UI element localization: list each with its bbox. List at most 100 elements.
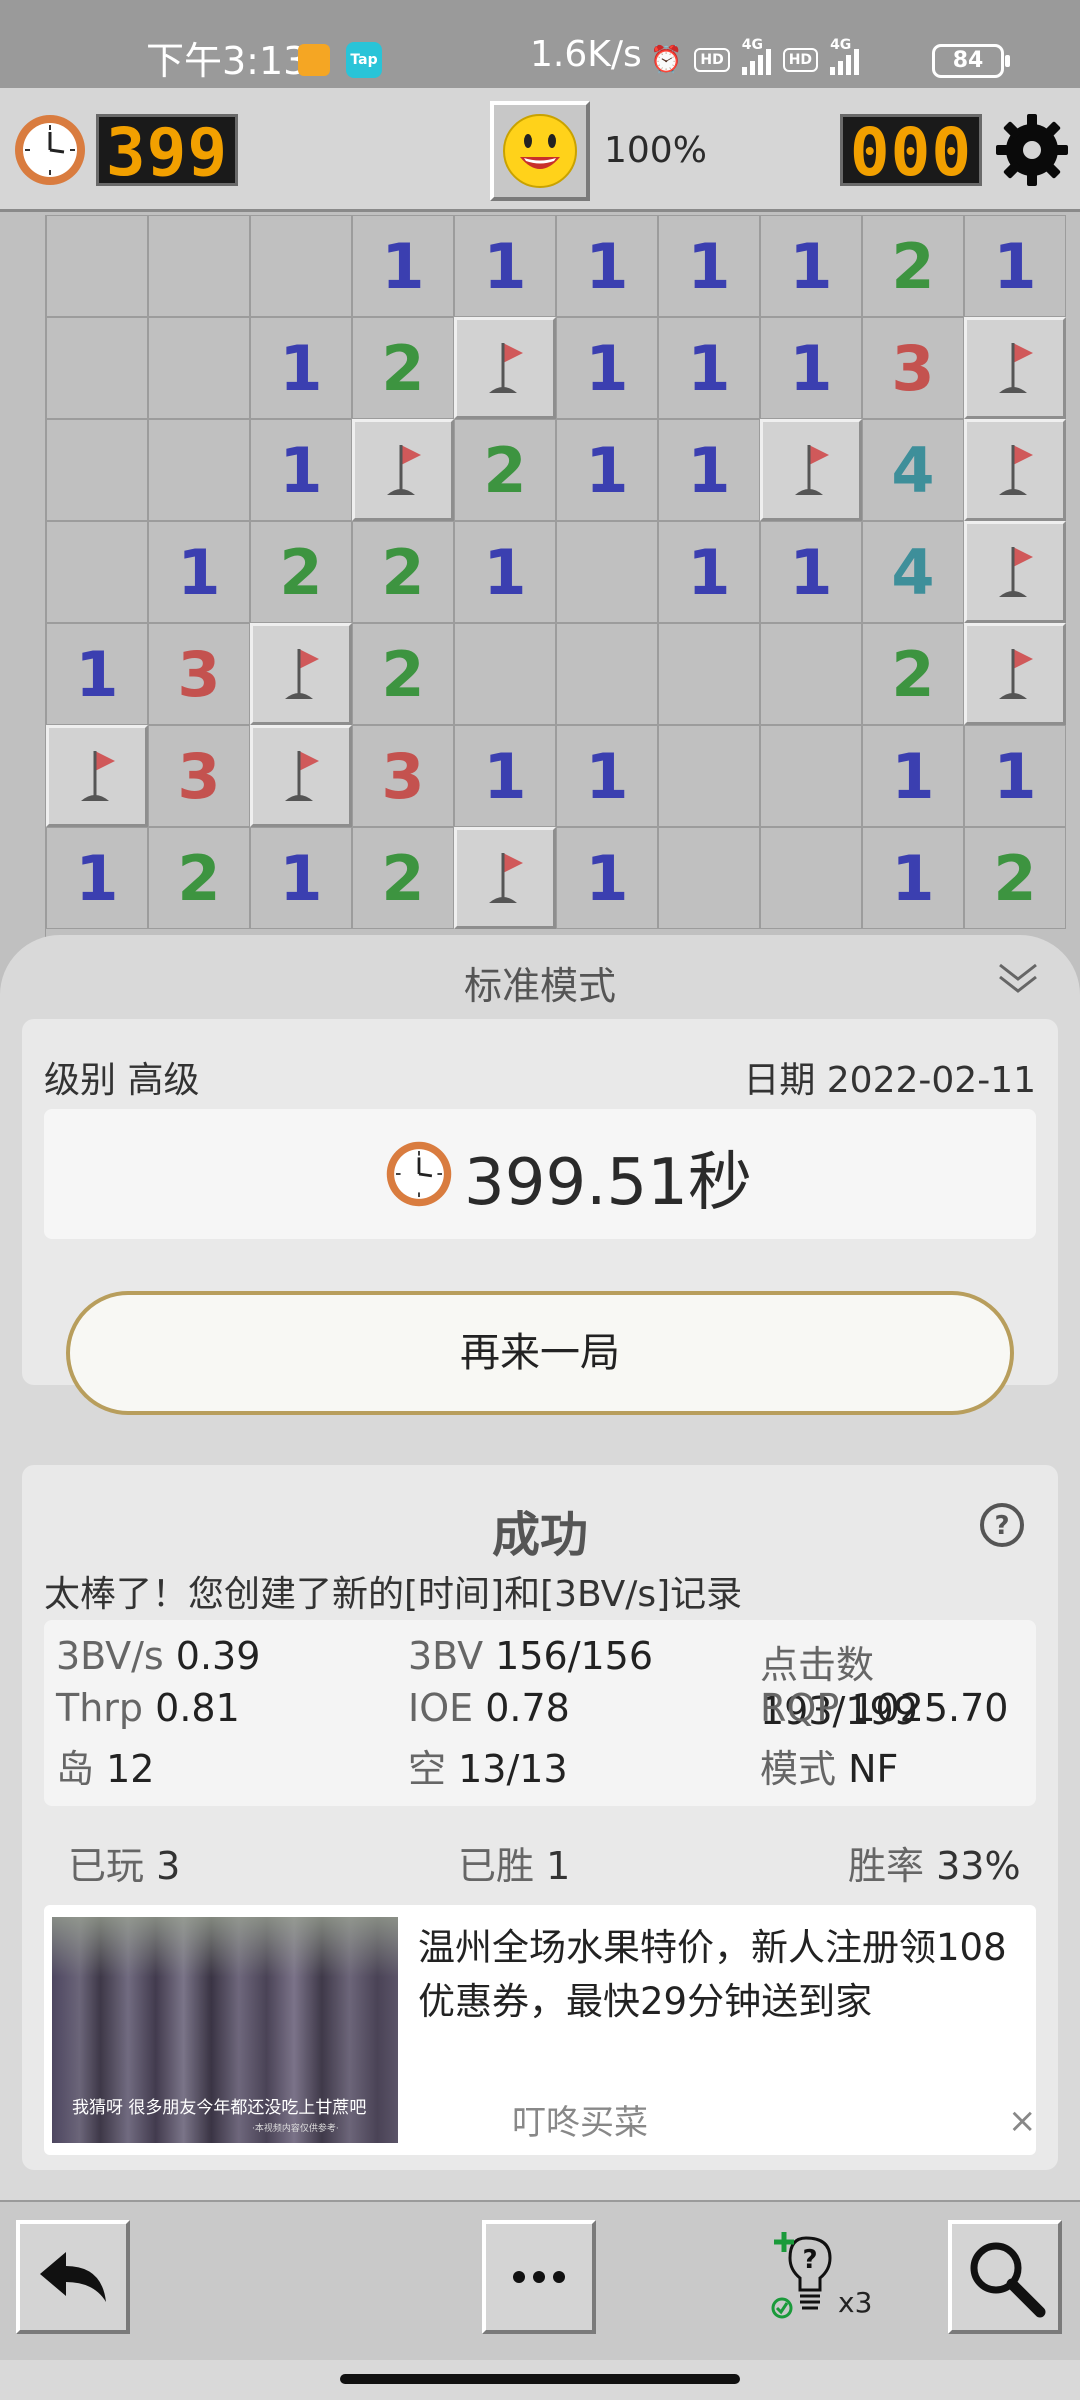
- flagged-cell[interactable]: [46, 725, 148, 827]
- number-cell[interactable]: 2: [352, 317, 454, 419]
- app-root: { "status_bar": { "time": "下午3:13", "app…: [0, 0, 1080, 2400]
- number-cell[interactable]: 1: [760, 215, 862, 317]
- bottom-toolbar: ? x3: [0, 2200, 1080, 2360]
- gear-icon[interactable]: [990, 108, 1074, 192]
- number-cell[interactable]: 1: [556, 827, 658, 929]
- empty-cell[interactable]: [148, 317, 250, 419]
- help-icon[interactable]: ?: [978, 1501, 1026, 1549]
- number-cell[interactable]: 1: [862, 827, 964, 929]
- stat-mode: 模式 NF: [760, 1747, 899, 1791]
- number-cell[interactable]: 1: [454, 215, 556, 317]
- number-cell[interactable]: 3: [148, 725, 250, 827]
- new-game-smiley-button[interactable]: [490, 101, 590, 201]
- ad-image[interactable]: 我猜呀 很多朋友今年都还没吃上甘蔗吧 ·本视频内容仅供参考·: [52, 1917, 398, 2143]
- number-cell[interactable]: 1: [556, 317, 658, 419]
- number-cell[interactable]: 1: [250, 827, 352, 929]
- ad-text[interactable]: 温州全场水果特价，新人注册领108优惠券，最快29分钟送到家: [418, 1921, 1018, 2029]
- flag-icon: [285, 751, 319, 801]
- cell-number: 2: [177, 841, 221, 915]
- empty-cell[interactable]: [46, 215, 148, 317]
- number-cell[interactable]: 2: [352, 623, 454, 725]
- more-button[interactable]: [482, 2220, 596, 2334]
- flagged-cell[interactable]: [964, 419, 1066, 521]
- number-cell[interactable]: 1: [658, 419, 760, 521]
- empty-cell[interactable]: [250, 215, 352, 317]
- play-again-button[interactable]: 再来一局: [66, 1291, 1014, 1415]
- record-message: 太棒了！您创建了新的[时间]和[3BV/s]记录: [44, 1574, 743, 1615]
- number-cell[interactable]: 1: [250, 419, 352, 521]
- cell-number: 1: [279, 331, 323, 405]
- number-cell[interactable]: 3: [862, 317, 964, 419]
- status-bar: 下午3:13 Tap 1.6K/s ⏰ HD 4G HD 4G 84: [0, 0, 1080, 88]
- number-cell[interactable]: 1: [658, 317, 760, 419]
- flagged-cell[interactable]: [454, 317, 556, 419]
- empty-cell[interactable]: [760, 827, 862, 929]
- empty-cell[interactable]: [148, 419, 250, 521]
- number-cell[interactable]: 1: [250, 317, 352, 419]
- number-cell[interactable]: 2: [352, 827, 454, 929]
- flagged-cell[interactable]: [964, 623, 1066, 725]
- empty-cell[interactable]: [46, 419, 148, 521]
- number-cell[interactable]: 1: [964, 215, 1066, 317]
- flagged-cell[interactable]: [250, 725, 352, 827]
- number-cell[interactable]: 3: [352, 725, 454, 827]
- number-cell[interactable]: 1: [556, 215, 658, 317]
- hd-icon: HD: [694, 48, 730, 72]
- flagged-cell[interactable]: [454, 827, 556, 929]
- chevron-down-icon[interactable]: [996, 959, 1040, 999]
- number-cell[interactable]: 2: [862, 215, 964, 317]
- number-cell[interactable]: 1: [46, 827, 148, 929]
- number-cell[interactable]: 2: [148, 827, 250, 929]
- home-indicator[interactable]: [340, 2374, 740, 2384]
- empty-cell[interactable]: [658, 827, 760, 929]
- number-cell[interactable]: 2: [964, 827, 1066, 929]
- number-cell[interactable]: 2: [250, 521, 352, 623]
- number-cell[interactable]: 1: [454, 521, 556, 623]
- number-cell[interactable]: 1: [46, 623, 148, 725]
- number-cell[interactable]: 2: [862, 623, 964, 725]
- empty-cell[interactable]: [760, 725, 862, 827]
- number-cell[interactable]: 1: [556, 725, 658, 827]
- number-cell[interactable]: 1: [964, 725, 1066, 827]
- cell-number: 1: [279, 841, 323, 915]
- number-cell[interactable]: 3: [148, 623, 250, 725]
- number-cell[interactable]: 1: [454, 725, 556, 827]
- stat-ioe: IOE 0.78: [408, 1686, 570, 1730]
- empty-cell[interactable]: [46, 317, 148, 419]
- flagged-cell[interactable]: [352, 419, 454, 521]
- mode-title: 标准模式: [463, 964, 616, 1008]
- empty-cell[interactable]: [760, 623, 862, 725]
- empty-cell[interactable]: [556, 521, 658, 623]
- close-icon[interactable]: ×: [1008, 2101, 1036, 2141]
- number-cell[interactable]: 1: [556, 419, 658, 521]
- ad-image-caption: 我猜呀 很多朋友今年都还没吃上甘蔗吧: [72, 2098, 367, 2118]
- stats-panel: 3BV/s 0.39 3BV 156/156 点击数 193/199 Thrp …: [44, 1620, 1036, 1806]
- empty-cell[interactable]: [46, 521, 148, 623]
- cell-number: 2: [381, 841, 425, 915]
- number-cell[interactable]: 1: [658, 215, 760, 317]
- flag-icon: [489, 343, 523, 393]
- empty-cell[interactable]: [658, 623, 760, 725]
- empty-cell[interactable]: [148, 215, 250, 317]
- number-cell[interactable]: 4: [862, 521, 964, 623]
- empty-cell[interactable]: [556, 623, 658, 725]
- ad-brand: 叮咚买菜: [512, 2103, 648, 2143]
- number-cell[interactable]: 1: [760, 317, 862, 419]
- number-cell[interactable]: 2: [352, 521, 454, 623]
- ad-banner[interactable]: 我猜呀 很多朋友今年都还没吃上甘蔗吧 ·本视频内容仅供参考· 温州全场水果特价，…: [44, 1905, 1036, 2155]
- number-cell[interactable]: 1: [760, 521, 862, 623]
- empty-cell[interactable]: [658, 725, 760, 827]
- empty-cell[interactable]: [454, 623, 556, 725]
- number-cell[interactable]: 2: [454, 419, 556, 521]
- search-button[interactable]: [948, 2220, 1062, 2334]
- flagged-cell[interactable]: [250, 623, 352, 725]
- number-cell[interactable]: 1: [862, 725, 964, 827]
- flagged-cell[interactable]: [760, 419, 862, 521]
- number-cell[interactable]: 1: [658, 521, 760, 623]
- number-cell[interactable]: 1: [352, 215, 454, 317]
- flagged-cell[interactable]: [964, 317, 1066, 419]
- flagged-cell[interactable]: [964, 521, 1066, 623]
- number-cell[interactable]: 1: [148, 521, 250, 623]
- undo-button[interactable]: [16, 2220, 130, 2334]
- number-cell[interactable]: 4: [862, 419, 964, 521]
